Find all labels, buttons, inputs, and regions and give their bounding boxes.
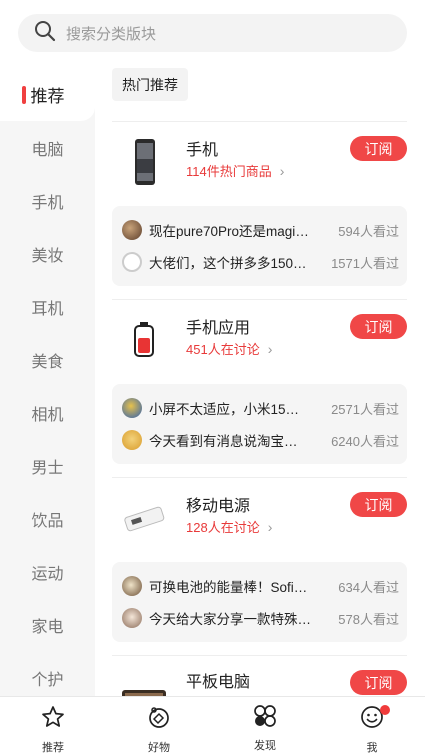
section-title: 平板电脑 bbox=[186, 674, 251, 691]
section-subtitle[interactable]: 451人在讨论 › bbox=[186, 339, 272, 358]
list-item[interactable]: 可换电池的能量棒！Sofir… 634人看过 bbox=[122, 574, 399, 598]
post-list: 小屏不太适应，小米15… 2571人看过 今天看到有消息说淘宝… 6240人看过 bbox=[112, 384, 407, 464]
category-section[interactable]: 移动电源 128人在讨论 › 订阅 可换电池的能量棒！Sofir… 634人看过 … bbox=[112, 477, 407, 655]
view-count: 2571人看过 bbox=[331, 401, 399, 417]
tab-discover[interactable]: 发现 bbox=[235, 703, 295, 753]
notification-dot bbox=[380, 705, 390, 715]
view-count: 578人看过 bbox=[338, 611, 399, 627]
subscribe-button[interactable]: 订阅 bbox=[350, 492, 407, 517]
tablet-thumbnail-icon bbox=[114, 674, 174, 696]
section-title: 移动电源 bbox=[186, 498, 251, 515]
tab-label: 发现 bbox=[254, 740, 276, 752]
sidebar-item-label: 饮品 bbox=[31, 512, 64, 530]
section-subtitle[interactable]: 114件热门商品 › bbox=[186, 161, 284, 180]
view-count: 1571人看过 bbox=[331, 255, 399, 271]
sidebar-item-label: 耳机 bbox=[31, 300, 64, 318]
post-list: 可换电池的能量棒！Sofir… 634人看过 今天给大家分享一款特殊… 578人… bbox=[112, 562, 407, 642]
sidebar-item-label: 家电 bbox=[31, 618, 64, 636]
sidebar-item-label: 相机 bbox=[31, 406, 64, 424]
list-item[interactable]: 小屏不太适应，小米15… 2571人看过 bbox=[122, 396, 399, 420]
post-title: 今天看到有消息说淘宝… bbox=[149, 434, 298, 449]
sidebar-item-earphone[interactable]: 耳机 bbox=[0, 280, 95, 333]
section-title: 手机应用 bbox=[186, 320, 251, 337]
tab-label: 好物 bbox=[148, 742, 170, 754]
subscribe-button[interactable]: 订阅 bbox=[350, 670, 407, 695]
post-title: 今天给大家分享一款特殊… bbox=[149, 612, 311, 627]
clover-icon bbox=[252, 703, 278, 734]
avatar bbox=[122, 608, 142, 628]
sidebar-item-label: 美妆 bbox=[31, 247, 64, 265]
sidebar-item-recommend[interactable]: 推荐 bbox=[0, 68, 95, 121]
avatar bbox=[122, 398, 142, 418]
sidebar-item-phone[interactable]: 手机 bbox=[0, 174, 95, 227]
sidebar-item-appliance[interactable]: 家电 bbox=[0, 598, 95, 651]
view-count: 594人看过 bbox=[338, 223, 399, 239]
sidebar-item-sports[interactable]: 运动 bbox=[0, 545, 95, 598]
main-content: 热门推荐 手机 114件热门商品 › 订阅 现在pure70Pro还是magic…… bbox=[112, 68, 407, 696]
sidebar-item-label: 男士 bbox=[31, 459, 64, 477]
section-title: 手机 bbox=[186, 142, 219, 159]
category-section[interactable]: 手机 114件热门商品 › 订阅 现在pure70Pro还是magic… 594人… bbox=[112, 121, 407, 299]
active-indicator bbox=[22, 86, 26, 104]
star-icon bbox=[41, 705, 65, 734]
sidebar-item-label: 手机 bbox=[31, 194, 64, 212]
search-bar[interactable]: 搜索分类版块 bbox=[18, 14, 407, 52]
sidebar-item-label: 美食 bbox=[31, 353, 64, 371]
subscribe-button[interactable]: 订阅 bbox=[350, 136, 407, 161]
power-bank-thumbnail-icon bbox=[114, 488, 174, 548]
bottom-tab-bar: 推荐 好物 发现 我 bbox=[0, 696, 425, 756]
avatar bbox=[122, 430, 142, 450]
subscribe-button[interactable]: 订阅 bbox=[350, 314, 407, 339]
chevron-right-icon: › bbox=[267, 340, 273, 357]
sidebar-item-label: 推荐 bbox=[30, 87, 65, 106]
section-subtitle-text: 114件热门商品 bbox=[186, 164, 272, 179]
sidebar-item-label: 运动 bbox=[31, 565, 64, 583]
list-item[interactable]: 今天给大家分享一款特殊… 578人看过 bbox=[122, 606, 399, 630]
avatar bbox=[122, 576, 142, 596]
tab-label: 推荐 bbox=[42, 742, 64, 754]
post-list: 现在pure70Pro还是magic… 594人看过 大佬们，这个拼多多150…… bbox=[112, 206, 407, 286]
category-sidebar: 推荐 电脑 手机 美妆 耳机 美食 相机 男士 饮品 运动 家电 个护 bbox=[0, 68, 95, 696]
chevron-right-icon: › bbox=[267, 518, 273, 535]
sidebar-item-camera[interactable]: 相机 bbox=[0, 386, 95, 439]
avatar bbox=[122, 220, 142, 240]
search-placeholder: 搜索分类版块 bbox=[66, 25, 157, 43]
post-title: 大佬们，这个拼多多150… bbox=[149, 256, 307, 271]
battery-app-thumbnail-icon bbox=[114, 310, 174, 370]
avatar bbox=[122, 252, 142, 272]
post-title: 可换电池的能量棒！Sofir… bbox=[149, 580, 311, 595]
post-title: 小屏不太适应，小米15… bbox=[149, 402, 300, 417]
sidebar-item-men[interactable]: 男士 bbox=[0, 439, 95, 492]
hot-recommend-tag[interactable]: 热门推荐 bbox=[112, 68, 188, 101]
list-item[interactable]: 大佬们，这个拼多多150… 1571人看过 bbox=[122, 250, 399, 274]
sidebar-item-label: 个护 bbox=[31, 671, 64, 689]
tab-label: 我 bbox=[366, 742, 378, 754]
phone-thumbnail-icon bbox=[114, 132, 174, 192]
view-count: 634人看过 bbox=[338, 579, 399, 595]
list-item[interactable]: 现在pure70Pro还是magic… 594人看过 bbox=[122, 218, 399, 242]
tab-recommend[interactable]: 推荐 bbox=[23, 705, 83, 755]
sidebar-item-food[interactable]: 美食 bbox=[0, 333, 95, 386]
sidebar-item-drinks[interactable]: 饮品 bbox=[0, 492, 95, 545]
tab-me[interactable]: 我 bbox=[342, 705, 402, 755]
section-subtitle[interactable]: 128人在讨论 › bbox=[186, 517, 272, 536]
post-title: 现在pure70Pro还是magic… bbox=[149, 224, 311, 239]
category-section[interactable]: 手机应用 451人在讨论 › 订阅 小屏不太适应，小米15… 2571人看过 今天… bbox=[112, 299, 407, 477]
category-section[interactable]: 平板电脑 订阅 bbox=[112, 655, 407, 696]
sidebar-item-makeup[interactable]: 美妆 bbox=[0, 227, 95, 280]
tag-icon bbox=[147, 705, 171, 734]
search-icon bbox=[34, 20, 56, 47]
section-subtitle-text: 128人在讨论 bbox=[186, 520, 260, 535]
section-subtitle-text: 451人在讨论 bbox=[186, 342, 260, 357]
sidebar-item-label: 电脑 bbox=[31, 141, 64, 159]
list-item[interactable]: 今天看到有消息说淘宝… 6240人看过 bbox=[122, 428, 399, 452]
view-count: 6240人看过 bbox=[331, 433, 399, 449]
sidebar-item-computer[interactable]: 电脑 bbox=[0, 121, 95, 174]
chevron-right-icon: › bbox=[279, 162, 285, 179]
tab-goods[interactable]: 好物 bbox=[129, 705, 189, 755]
